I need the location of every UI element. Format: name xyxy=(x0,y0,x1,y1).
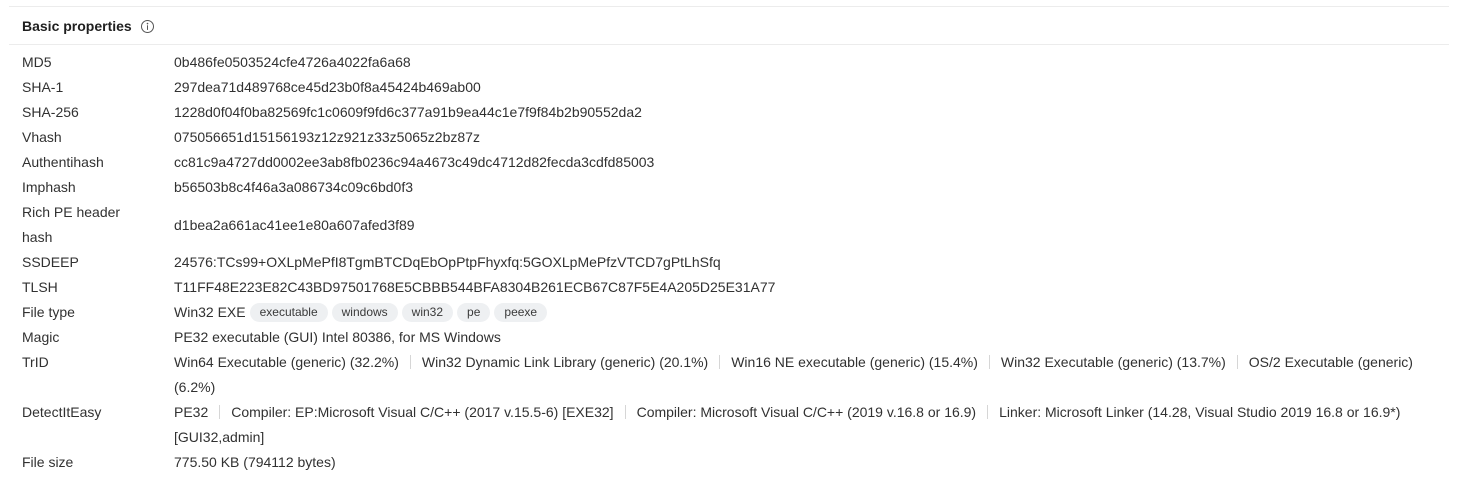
trid-item: Win32 Executable (generic) (13.7%) xyxy=(1000,354,1226,370)
card-title: Basic properties xyxy=(22,17,132,34)
prop-label: SHA-1 xyxy=(22,79,64,95)
prop-value: 775.50 KB (794112 bytes) xyxy=(174,454,336,470)
prop-label: File size xyxy=(22,454,74,470)
prop-row-detectiteasy: DetectItEasy PE32 Compiler: EP:Microsoft … xyxy=(22,400,1449,450)
die-item: Compiler: Microsoft Visual C/C++ (2019 v… xyxy=(636,404,977,420)
prop-label: Magic xyxy=(22,329,60,345)
separator xyxy=(987,405,989,419)
trid-item: Win32 Dynamic Link Library (generic) (20… xyxy=(421,354,709,370)
prop-row-vhash: Vhash 075056651d15156193z12z921z33z5065z… xyxy=(22,125,1449,150)
prop-label: DetectItEasy xyxy=(22,404,102,420)
prop-value: PE32 Compiler: EP:Microsoft Visual C/C++ … xyxy=(174,400,1449,450)
prop-value: 297dea71d489768ce45d23b0f8a45424b469ab00 xyxy=(174,79,481,95)
prop-row-magic: Magic PE32 executable (GUI) Intel 80386,… xyxy=(22,325,1449,350)
prop-row-sha1: SHA-1 297dea71d489768ce45d23b0f8a45424b4… xyxy=(22,75,1449,100)
die-item: Compiler: EP:Microsoft Visual C/C++ (201… xyxy=(231,404,614,420)
card-header: Basic properties xyxy=(9,7,1449,45)
prop-row-imphash: Imphash b56503b8c4f46a3a086734c09c6bd0f3 xyxy=(22,175,1449,200)
file-type-tag[interactable]: win32 xyxy=(401,303,454,322)
prop-label-line: hash xyxy=(22,229,53,245)
file-type-tag[interactable]: executable xyxy=(249,303,328,322)
separator xyxy=(409,355,411,369)
trid-item: Win16 NE executable (generic) (15.4%) xyxy=(731,354,978,370)
separator xyxy=(719,355,721,369)
prop-value: PE32 executable (GUI) Intel 80386, for M… xyxy=(174,329,501,345)
prop-value: 0b486fe0503524cfe4726a4022fa6a68 xyxy=(174,54,411,70)
basic-properties-card: Basic properties MD5 0b486fe0503524cfe47… xyxy=(9,6,1449,488)
prop-row-file-type: File type Win32 EXE executable windows win3… xyxy=(22,300,1449,325)
separator xyxy=(1236,355,1238,369)
info-circle-icon[interactable] xyxy=(140,19,155,34)
die-item: PE32 xyxy=(174,404,209,420)
prop-label: SHA-256 xyxy=(22,104,79,120)
prop-row-ssdeep: SSDEEP 24576:TCs99+OXLpMePfI8TgmBTCDqEbO… xyxy=(22,250,1449,275)
prop-value: T11FF48E223E82C43BD97501768E5CBBB544BFA8… xyxy=(174,279,776,295)
prop-value: d1bea2a661ac41ee1e80a607afed3f89 xyxy=(174,216,415,233)
prop-value: 075056651d15156193z12z921z33z5065z2bz87z xyxy=(174,129,480,145)
prop-row-authentihash: Authentihash cc81c9a4727dd0002ee3ab8fb02… xyxy=(22,150,1449,175)
prop-row-md5: MD5 0b486fe0503524cfe4726a4022fa6a68 xyxy=(22,50,1449,75)
separator xyxy=(988,355,990,369)
prop-value: 1228d0f04f0ba82569fc1c0609f9fd6c377a91b9… xyxy=(174,104,642,120)
prop-label: Authentihash xyxy=(22,154,104,170)
file-type-tag[interactable]: peexe xyxy=(494,303,548,322)
prop-label: File type xyxy=(22,304,75,320)
prop-value: Win32 EXE executable windows win32 pe peexe xyxy=(174,300,1449,325)
file-type-tag[interactable]: pe xyxy=(457,303,491,322)
prop-label: SSDEEP xyxy=(22,254,79,270)
prop-row-file-size: File size 775.50 KB (794112 bytes) xyxy=(22,450,1449,475)
prop-label: Rich PE header hash xyxy=(22,200,174,250)
prop-value: 24576:TCs99+OXLpMePfI8TgmBTCDqEbOpPtpFhy… xyxy=(174,254,721,270)
separator xyxy=(219,405,221,419)
prop-row-rich-pe-hash: Rich PE header hash d1bea2a661ac41ee1e80… xyxy=(22,200,1449,250)
prop-label: MD5 xyxy=(22,54,52,70)
prop-row-sha256: SHA-256 1228d0f04f0ba82569fc1c0609f9fd6c… xyxy=(22,100,1449,125)
prop-value: b56503b8c4f46a3a086734c09c6bd0f3 xyxy=(174,179,414,195)
trid-item: Win64 Executable (generic) (32.2%) xyxy=(174,354,399,370)
prop-value: cc81c9a4727dd0002ee3ab8fb0236c94a4673c49… xyxy=(174,154,655,170)
separator xyxy=(624,405,626,419)
prop-row-trid: TrID Win64 Executable (generic) (32.2%) W… xyxy=(22,350,1449,400)
file-type-value: Win32 EXE xyxy=(174,304,246,320)
prop-label: Imphash xyxy=(22,179,76,195)
file-type-tag[interactable]: windows xyxy=(331,303,398,322)
prop-label-line: Rich PE header xyxy=(22,204,121,220)
prop-label: TrID xyxy=(22,354,49,370)
prop-label: Vhash xyxy=(22,129,62,145)
prop-label: TLSH xyxy=(22,279,58,295)
properties-list: MD5 0b486fe0503524cfe4726a4022fa6a68 SHA… xyxy=(9,45,1449,475)
prop-row-tlsh: TLSH T11FF48E223E82C43BD97501768E5CBBB54… xyxy=(22,275,1449,300)
prop-value: Win64 Executable (generic) (32.2%) Win32 … xyxy=(174,350,1449,400)
